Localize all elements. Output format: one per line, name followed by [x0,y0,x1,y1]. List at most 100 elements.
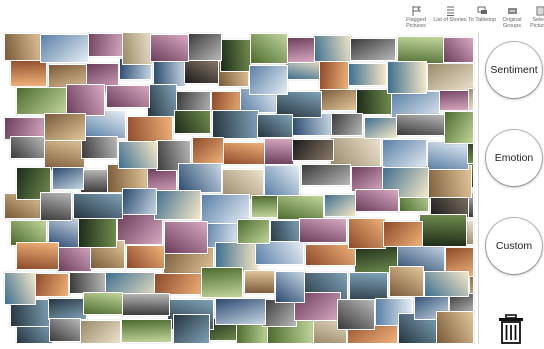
photo-thumbnail[interactable] [66,84,105,116]
photo-thumbnail[interactable] [57,244,92,272]
photo-thumbnail[interactable] [173,314,210,344]
photo-thumbnail[interactable] [244,270,275,294]
photo-thumbnail[interactable] [69,272,106,294]
photo-thumbnail[interactable] [184,59,219,84]
photo-thumbnail[interactable] [81,136,118,159]
custom-label: Custom [496,240,532,252]
photo-thumbnail[interactable] [313,35,353,62]
photo-thumbnail[interactable] [444,111,474,144]
select-pictures-button[interactable]: Select Pictures [522,6,544,34]
photo-thumbnail[interactable] [147,84,177,117]
photo-thumbnail[interactable] [80,320,121,344]
photo-thumbnail[interactable] [237,219,270,244]
photo-thumbnail[interactable] [250,33,288,64]
photo-thumbnail[interactable] [150,34,189,62]
photo-thumbnail[interactable] [40,34,89,63]
flagged-pictures-label: Flagged Pictures [398,17,434,29]
photo-thumbnail[interactable] [301,164,351,186]
photo-thumbnail[interactable] [337,299,375,330]
sentiment-button[interactable]: Sentiment [486,42,542,98]
photo-thumbnail[interactable] [83,292,123,315]
emotion-label: Emotion [495,152,534,164]
photo-thumbnail[interactable] [4,272,36,305]
photo-thumbnail[interactable] [201,267,243,298]
photo-thumbnail[interactable] [153,60,186,87]
photo-thumbnail[interactable] [424,271,469,297]
photo-thumbnail[interactable] [122,32,153,65]
photo-thumbnail[interactable] [348,218,386,249]
photo-thumbnail[interactable] [73,193,123,219]
photo-thumbnail[interactable] [178,163,222,193]
photo-thumbnail[interactable] [52,167,84,190]
photo-thumbnail[interactable] [355,189,399,212]
delete-button[interactable] [496,314,526,344]
photo-thumbnail[interactable] [292,139,334,161]
photo-thumbnail[interactable] [468,88,474,111]
photo-thumbnail[interactable] [212,110,259,139]
photo-thumbnail[interactable] [187,33,222,61]
photo-thumbnail[interactable] [364,117,397,139]
photo-thumbnail[interactable] [118,141,158,169]
group-icon [507,6,518,16]
photo-thumbnail[interactable] [121,319,172,343]
photo-thumbnail[interactable] [350,38,396,61]
photo-thumbnail[interactable] [164,221,208,254]
photo-thumbnail[interactable] [348,63,387,86]
photo-thumbnail[interactable] [174,110,211,134]
photo-thumbnail[interactable] [396,114,446,136]
select-icon [535,6,544,16]
flag-icon [411,6,422,16]
photo-thumbnail[interactable] [80,169,110,193]
photo-thumbnail[interactable] [255,241,304,265]
photo-thumbnail[interactable] [192,137,224,164]
photo-thumbnail[interactable] [126,245,165,269]
photo-thumbnail[interactable] [120,293,170,316]
to-tabletop-label: To Tabletop [468,17,496,23]
photo-thumbnail[interactable] [443,37,474,63]
flagged-pictures-button[interactable]: Flagged Pictures [398,6,434,34]
photo-thumbnail[interactable] [427,141,469,170]
photo-thumbnail[interactable] [284,37,315,63]
photo-thumbnail[interactable] [427,63,474,91]
photo-thumbnail[interactable] [319,89,357,111]
photo-thumbnail[interactable] [331,113,363,136]
photo-thumbnail[interactable] [78,215,117,248]
photo-thumbnail[interactable] [436,88,470,111]
photo-thumbnail[interactable] [49,318,81,342]
photo-thumbnail[interactable] [16,242,59,270]
photo-thumbnail[interactable] [299,218,347,243]
photo-thumbnail[interactable] [383,221,423,247]
list-of-stories-button[interactable]: List of Stories [432,6,468,34]
photo-thumbnail[interactable] [387,61,427,94]
photo-thumbnail[interactable] [389,266,424,297]
photo-thumbnail[interactable] [419,214,467,247]
photo-thumbnail[interactable] [44,113,86,141]
photo-thumbnail[interactable] [221,142,267,165]
photo-thumbnail[interactable] [16,87,67,115]
photo-thumbnail[interactable] [264,138,294,165]
photo-thumbnail[interactable] [85,33,125,57]
photo-thumbnail[interactable] [10,136,45,159]
photo-thumbnail[interactable] [262,299,297,327]
photo-thumbnail[interactable] [436,311,474,344]
photo-thumbnail[interactable] [34,273,69,297]
photo-thumbnail[interactable] [275,271,305,303]
photo-thumbnail[interactable] [154,273,205,295]
photo-thumbnail[interactable] [277,195,324,220]
photo-thumbnail[interactable] [220,39,251,72]
photo-thumbnail[interactable] [40,192,72,221]
photo-thumbnail[interactable] [4,33,44,61]
trash-icon [496,314,526,344]
photo-thumbnail[interactable] [215,298,266,325]
photo-thumbnail[interactable] [257,114,293,138]
photo-thumbnail[interactable] [48,298,87,320]
photo-thumbnail[interactable] [249,65,288,95]
photo-thumbnail[interactable] [324,194,356,217]
photo-thumbnail[interactable] [106,85,150,108]
photo-thumbnail[interactable] [154,190,201,220]
emotion-button[interactable]: Emotion [486,130,542,186]
photo-thumbnail[interactable] [264,165,300,196]
custom-button[interactable]: Custom [486,218,542,274]
photo-thumbnail[interactable] [122,188,157,215]
photo-thumbnail[interactable] [319,61,349,90]
